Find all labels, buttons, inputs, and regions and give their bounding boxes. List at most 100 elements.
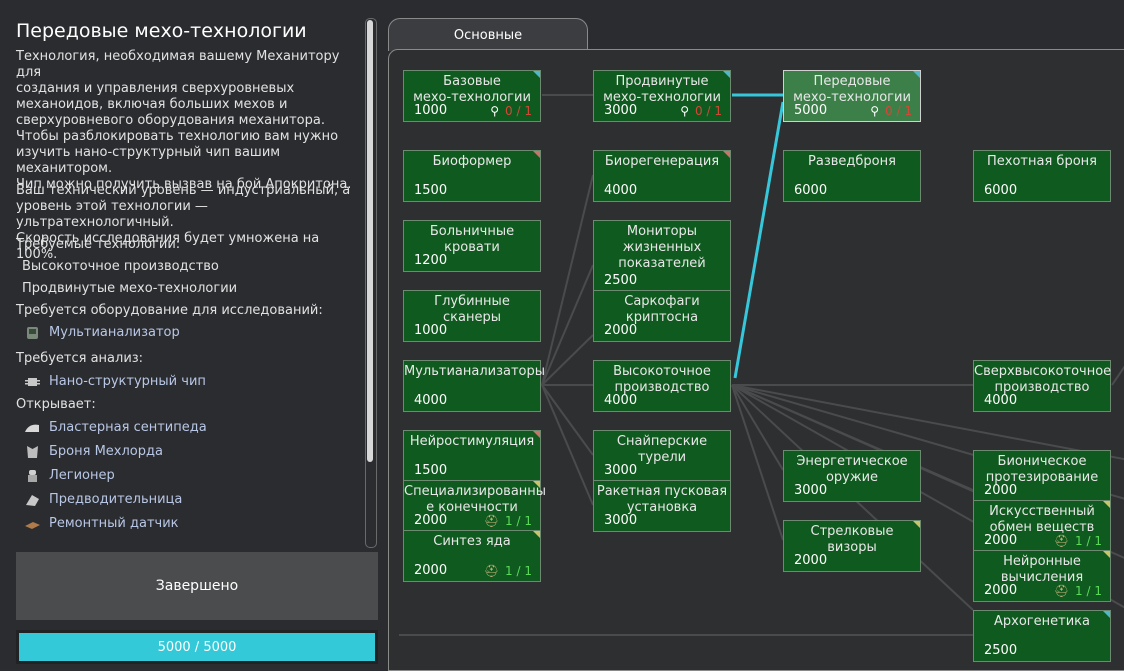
tech-node-name: Сверхвысокоточное производство xyxy=(974,364,1112,395)
tech-node[interactable]: Бионическое протезирование 2000 xyxy=(973,450,1111,502)
tech-node[interactable]: Продвинутые мехо-технологии 3000 ⚲ 0 / 1 xyxy=(593,70,731,122)
tech-node-requirement: ⛑ 1 / 1 xyxy=(483,564,532,578)
tech-node[interactable]: Нейростимуляция 1500 xyxy=(403,430,541,482)
tech-node[interactable]: Синтез яда 2000 ⛑ 1 / 1 xyxy=(403,530,541,582)
tech-node-name: Мониторы жизненных показателей xyxy=(618,224,706,271)
tech-node-cost: 4000 xyxy=(604,393,638,408)
tech-node-cost: 2000 xyxy=(984,483,1018,498)
tech-node-cost: 3000 xyxy=(604,513,638,528)
tech-node-cost: 2000 xyxy=(794,553,828,568)
tech-node-name: Передовые мехо-технологии xyxy=(793,74,911,105)
tunneler-icon xyxy=(26,494,39,506)
tech-node-corner-marker xyxy=(533,71,540,78)
equipment-item[interactable]: Мультианализатор xyxy=(24,325,180,340)
tech-node-cost: 2000 xyxy=(414,563,448,578)
tech-node[interactable]: Искусственный обмен веществ 2000 ⛑ 1 / 1 xyxy=(973,500,1111,552)
mechanitor-icon: ⛑ xyxy=(483,514,500,528)
tech-node[interactable]: Глубинные сканеры 1000 xyxy=(403,290,541,342)
centipede-icon xyxy=(25,424,39,432)
tech-node-name: Продвинутые мехо-технологии xyxy=(603,74,721,105)
tech-node-requirement: ⚲ 0 / 1 xyxy=(490,104,532,118)
tech-node-cost: 2500 xyxy=(984,643,1018,658)
tech-node[interactable]: Снайперские турели 3000 xyxy=(593,430,731,482)
unlock-item[interactable]: Ремонтный датчик xyxy=(24,516,179,531)
tech-node[interactable]: Больничные кровати 1200 xyxy=(403,220,541,272)
tech-node-name: Пехотная броня xyxy=(987,154,1097,169)
tech-node-name: Глубинные сканеры xyxy=(434,294,510,325)
tech-node[interactable]: Разведброня 6000 xyxy=(783,150,921,202)
tech-node-corner-marker xyxy=(533,531,540,538)
tech-node[interactable]: Высокоточное производство 4000 xyxy=(593,360,731,412)
detail-scrollbar-thumb[interactable] xyxy=(367,20,373,462)
tech-node[interactable]: Мультианализаторы 4000 xyxy=(403,360,545,412)
completed-button[interactable]: Завершено xyxy=(16,552,378,620)
tech-node-cost: 2000 xyxy=(414,513,448,528)
unlock-item[interactable]: Легионер xyxy=(24,468,115,483)
tech-node-cost: 1500 xyxy=(414,463,448,478)
tech-node[interactable]: Передовые мехо-технологии 5000 ⚲ 0 / 1 xyxy=(783,70,921,122)
tech-node-corner-marker xyxy=(913,521,920,528)
tech-node[interactable]: Стрелковые визоры 2000 xyxy=(783,520,921,572)
tech-node[interactable]: Ракетная пусковая установка 3000 xyxy=(593,480,731,532)
tech-node-name: Высокоточное производство xyxy=(613,364,711,395)
tech-node[interactable]: Специализированны е конечности 2000 ⛑ 1 / 1 xyxy=(403,480,546,532)
tech-node-corner-marker xyxy=(1103,501,1110,508)
tech-node-requirement: ⛑ 1 / 1 xyxy=(483,514,532,528)
tech-node-cost: 2500 xyxy=(604,273,638,288)
research-progress-bar: 5000 / 5000 xyxy=(16,630,378,664)
tech-node[interactable]: Архогенетика 2500 xyxy=(973,610,1111,662)
unlock-item[interactable]: Бластерная сентипеда xyxy=(24,420,207,435)
tech-node[interactable]: Биоформер 1500 xyxy=(403,150,541,202)
tech-node-cost: 3000 xyxy=(604,463,638,478)
tech-node-corner-marker xyxy=(1103,551,1110,558)
tab-main[interactable]: Основные xyxy=(388,18,588,51)
tech-node-cost: 5000 xyxy=(794,103,828,118)
tech-node-name: Архогенетика xyxy=(994,614,1090,629)
required-label: Требуемые технологии: xyxy=(16,237,181,252)
mechanitor-icon: ⛑ xyxy=(1053,584,1070,598)
tech-node-name: Саркофаги криптосна xyxy=(624,294,700,325)
tech-node[interactable]: Сверхвысокоточное производство 4000 xyxy=(973,360,1111,412)
tech-node-name: Искусственный обмен веществ xyxy=(989,504,1095,535)
multianalyzer-icon xyxy=(27,326,38,339)
unlock-item[interactable]: Броня Мехлорда xyxy=(24,444,163,459)
tech-node-cost: 2000 xyxy=(984,583,1018,598)
tech-node[interactable]: Мониторы жизненных показателей 2500 xyxy=(593,220,731,292)
tech-node-name: Стрелковые визоры xyxy=(810,524,894,555)
tech-node[interactable]: Пехотная броня 6000 xyxy=(973,150,1111,202)
tech-node-name: Синтез яда xyxy=(433,534,511,549)
unlock-item[interactable]: Предводительница xyxy=(24,492,182,507)
tech-node-name: Биорегенерация xyxy=(604,154,720,169)
legionary-icon xyxy=(28,469,37,482)
required-tech-item[interactable]: Продвинутые мехо-технологии xyxy=(22,281,370,297)
tech-node-name: Снайперские турели xyxy=(616,434,708,465)
tech-node-requirement: ⚲ 0 / 1 xyxy=(680,104,722,118)
tech-description: Технология, необходимая вашему Механитор… xyxy=(16,49,340,128)
tech-node-cost: 2000 xyxy=(604,323,638,338)
research-progress-text: 5000 / 5000 xyxy=(157,639,237,655)
tech-node-name: Бионическое протезирование xyxy=(985,454,1099,485)
tech-node-cost: 4000 xyxy=(414,393,448,408)
tech-node-cost: 4000 xyxy=(604,183,638,198)
unlocks-label: Открывает: xyxy=(16,397,96,412)
nano-chip-icon xyxy=(25,377,40,386)
tech-node-corner-marker xyxy=(533,481,540,488)
tech-node-name: Нейростимуляция xyxy=(409,434,535,449)
tech-node[interactable]: Энергетическое оружие 3000 xyxy=(783,450,921,502)
tech-node-requirement: ⚲ 0 / 1 xyxy=(870,104,912,118)
analysis-icon: ⚲ xyxy=(680,104,690,118)
tech-node-corner-marker xyxy=(533,431,540,438)
tech-node[interactable]: Саркофаги криптосна 2000 xyxy=(593,290,731,342)
tech-node-requirement: ⛑ 1 / 1 xyxy=(1053,584,1102,598)
tech-node-name: Ракетная пусковая установка xyxy=(596,484,728,515)
tech-node[interactable]: Базовые мехо-технологии 1000 ⚲ 0 / 1 xyxy=(403,70,541,122)
required-tech-item[interactable]: Высокоточное производство xyxy=(22,259,370,275)
tech-title: Передовые мехо-технологии xyxy=(16,20,307,42)
analysis-item[interactable]: Нано-структурный чип xyxy=(24,374,206,389)
tech-node-name: Больничные кровати xyxy=(429,224,515,255)
tech-node[interactable]: Нейронные вычисления 2000 ⛑ 1 / 1 xyxy=(973,550,1111,602)
tech-node-corner-marker xyxy=(533,151,540,158)
armor-icon xyxy=(27,445,38,458)
tech-node[interactable]: Биорегенерация 4000 xyxy=(593,150,731,202)
tech-node-corner-marker xyxy=(1103,611,1110,618)
